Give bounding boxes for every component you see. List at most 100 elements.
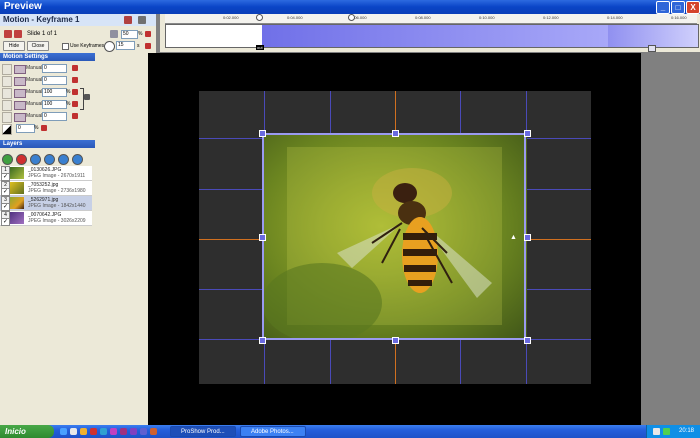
layer-desc: JPEG Image - 2670x1911	[28, 173, 86, 179]
layer-item[interactable]: 4 ✓ _0070642.JPG JPEG Image - 3026x2209	[0, 211, 92, 226]
reset-icon[interactable]	[41, 125, 47, 131]
reset-icon[interactable]	[72, 101, 78, 107]
settings-icon[interactable]	[138, 16, 146, 24]
quicklaunch-icon[interactable]	[150, 428, 157, 435]
paste-layer-icon[interactable]	[72, 154, 83, 165]
quicklaunch-icon[interactable]	[60, 428, 67, 435]
link-icon[interactable]	[84, 94, 90, 100]
resize-handle[interactable]	[259, 234, 266, 241]
mode-icon[interactable]	[14, 77, 26, 86]
clock-icon	[104, 41, 115, 52]
layer-desc: JPEG Image - 3026x2209	[28, 218, 86, 224]
pan-x-input[interactable]: 0	[42, 64, 67, 73]
start-button[interactable]: Inicio	[0, 425, 54, 438]
taskbar-item-photoshop[interactable]: Adobe Photos...	[240, 426, 306, 437]
reset-zoom-icon[interactable]	[145, 31, 151, 37]
mode-icon[interactable]	[14, 89, 26, 98]
zoom-y-input[interactable]: 100	[42, 100, 67, 109]
maximize-button[interactable]: □	[671, 1, 685, 14]
taskbar-item-proshow[interactable]: ProShow Prod...	[170, 426, 236, 437]
motion-row-zoom-y: Manual 100 %	[2, 100, 92, 111]
minimize-button[interactable]: _	[656, 1, 670, 14]
close-button[interactable]: Close	[27, 41, 49, 51]
quicklaunch-icon[interactable]	[100, 428, 107, 435]
resize-handle[interactable]	[392, 337, 399, 344]
keyframe-marker-icon[interactable]	[348, 14, 355, 21]
keyframe-marker-icon[interactable]	[256, 14, 263, 21]
layer-item-selected[interactable]: 3 ✓ _5262971.jpg JPEG Image - 1842x1440	[0, 196, 92, 211]
reset-icon[interactable]	[72, 89, 78, 95]
resize-handle[interactable]	[524, 130, 531, 137]
end-marker-icon[interactable]	[648, 45, 656, 52]
mode-label: Manual	[26, 113, 43, 119]
quicklaunch-icon[interactable]	[80, 428, 87, 435]
preview-canvas[interactable]: ▲	[148, 53, 641, 425]
mode-icon[interactable]	[14, 65, 26, 74]
tray-icon[interactable]	[653, 428, 660, 435]
rotate-input[interactable]: 0	[42, 112, 67, 121]
layer-checkbox[interactable]: ✓	[1, 188, 10, 196]
clock[interactable]: 20:18	[679, 425, 694, 438]
mode-label: Manual	[26, 101, 43, 107]
layer-thumbnail	[10, 212, 24, 224]
mode-label: Manual	[26, 89, 43, 95]
layer-item[interactable]: 2 ✓ _7053252.jpg JPEG Image - 2736x1980	[0, 181, 92, 196]
prev-slide-icon[interactable]	[4, 30, 12, 38]
keyframe-icon[interactable]	[124, 16, 132, 24]
reset-icon[interactable]	[72, 113, 78, 119]
reset-icon[interactable]	[72, 65, 78, 71]
layer-checkbox[interactable]: ✓	[1, 203, 10, 211]
keyframe-segment[interactable]	[608, 25, 698, 47]
rotate-handle-icon[interactable]: ▲	[510, 234, 517, 241]
move-up-icon[interactable]	[30, 154, 41, 165]
zoom-icon[interactable]	[110, 30, 118, 38]
tray-icon[interactable]	[663, 428, 670, 435]
add-layer-icon[interactable]	[2, 154, 13, 165]
title-bar: Preview _ □ X	[0, 0, 700, 14]
resize-handle[interactable]	[524, 337, 531, 344]
layer-checkbox[interactable]: ✓	[1, 173, 10, 181]
move-down-icon[interactable]	[44, 154, 55, 165]
resize-handle[interactable]	[259, 130, 266, 137]
layer-thumbnail	[10, 197, 24, 209]
layer-item[interactable]: 1 ✓ _0130626.JPG JPEG Image - 2670x1911	[0, 166, 92, 181]
resize-handle[interactable]	[259, 337, 266, 344]
remove-layer-icon[interactable]	[16, 154, 27, 165]
reset-icon[interactable]	[72, 77, 78, 83]
keyframe-header: Motion - Keyframe 1	[0, 14, 156, 26]
quicklaunch-icon[interactable]	[110, 428, 117, 435]
keyframe-track[interactable]	[165, 24, 699, 48]
zoom-input[interactable]: 50	[121, 30, 138, 39]
selection-frame[interactable]	[262, 133, 526, 340]
resize-handle[interactable]	[392, 130, 399, 137]
quicklaunch-icon[interactable]	[90, 428, 97, 435]
tick-label: 0:08.000	[415, 15, 431, 20]
opacity-icon	[2, 124, 12, 135]
pan-icon	[2, 64, 12, 75]
copy-layer-icon[interactable]	[58, 154, 69, 165]
opacity-input[interactable]: 0	[16, 124, 35, 133]
layer-desc: JPEG Image - 2736x1980	[28, 188, 86, 194]
reset-time-icon[interactable]	[145, 43, 151, 49]
layer-checkbox[interactable]: ✓	[1, 218, 10, 226]
mode-icon[interactable]	[14, 113, 26, 122]
layer-thumbnail	[10, 167, 24, 179]
tick-label: 0:16.000	[671, 15, 687, 20]
quicklaunch-icon[interactable]	[140, 428, 147, 435]
next-slide-icon[interactable]	[14, 30, 22, 38]
mode-icon[interactable]	[14, 101, 26, 110]
hide-button[interactable]: Hide	[3, 41, 25, 51]
pan-y-input[interactable]: 0	[42, 76, 67, 85]
use-keyframes-checkbox[interactable]	[62, 43, 69, 50]
motion-row-pan-y: Manual 0	[2, 76, 92, 87]
quicklaunch-icon[interactable]	[120, 428, 127, 435]
time-input[interactable]: 15	[116, 41, 135, 50]
time-ruler[interactable]: 0:02.000 0:04.000 0:06.000 0:08.000 0:10…	[165, 14, 697, 24]
quicklaunch-icon[interactable]	[130, 428, 137, 435]
close-window-button[interactable]: X	[686, 1, 700, 14]
quicklaunch-icon[interactable]	[70, 428, 77, 435]
keyframe-segment[interactable]	[262, 25, 608, 47]
resize-handle[interactable]	[524, 234, 531, 241]
zoom-x-input[interactable]: 100	[42, 88, 67, 97]
right-margin	[641, 53, 700, 425]
